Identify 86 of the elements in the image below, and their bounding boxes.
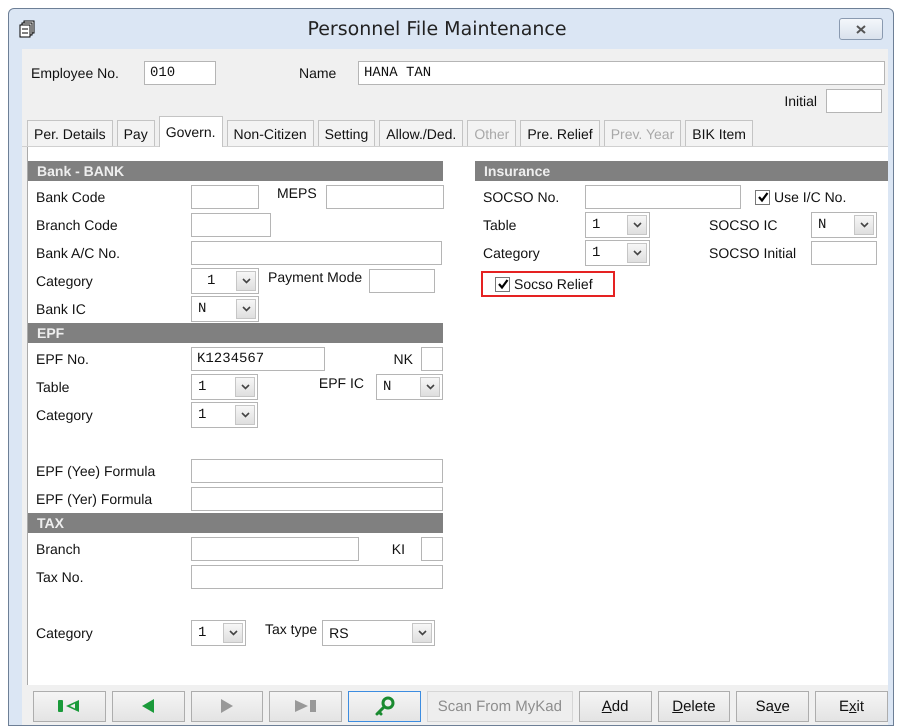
field-label: Bank A/C No. bbox=[36, 245, 122, 261]
input-field[interactable] bbox=[191, 459, 443, 483]
last-record-icon bbox=[294, 698, 318, 714]
field-label: NK bbox=[394, 351, 413, 367]
action-button[interactable]: Delete bbox=[658, 690, 730, 722]
field-label: Socso Relief bbox=[514, 276, 593, 292]
field-label: Use I/C No. bbox=[774, 189, 846, 205]
input-field[interactable] bbox=[421, 537, 443, 561]
file-cabinet-icon bbox=[19, 20, 35, 38]
action-button[interactable]: Save bbox=[736, 690, 810, 722]
section-header: Insurance bbox=[475, 161, 888, 181]
field-label: Tax No. bbox=[36, 569, 84, 585]
tab[interactable]: Non-Citizen bbox=[226, 120, 314, 146]
field-label: Tax type bbox=[265, 621, 318, 637]
field-label: Name bbox=[299, 65, 338, 81]
field-label: EPF No. bbox=[36, 351, 90, 367]
tab[interactable]: Pre. Relief bbox=[520, 120, 600, 146]
dropdown[interactable]: 1 bbox=[191, 620, 246, 646]
input-field[interactable] bbox=[421, 347, 443, 371]
input-field[interactable] bbox=[369, 269, 436, 293]
input-field[interactable]: 010 bbox=[144, 61, 216, 85]
input-field[interactable] bbox=[326, 185, 444, 209]
input-field[interactable]: K1234567 bbox=[191, 347, 325, 371]
input-field[interactable] bbox=[191, 537, 359, 561]
window-title: Personnel File Maintenance bbox=[306, 18, 568, 40]
first-button[interactable] bbox=[33, 690, 106, 722]
tab[interactable]: Allow./Ded. bbox=[379, 120, 464, 146]
checkbox[interactable] bbox=[495, 276, 510, 292]
input-field[interactable] bbox=[585, 185, 741, 209]
field-label: Payment Mode bbox=[268, 269, 362, 285]
input-field[interactable] bbox=[811, 241, 877, 265]
input-field[interactable] bbox=[191, 241, 442, 265]
field-label: Category bbox=[36, 273, 94, 289]
input-field[interactable] bbox=[191, 213, 271, 237]
checkbox[interactable] bbox=[755, 190, 770, 204]
key-icon bbox=[374, 695, 396, 717]
dropdown[interactable]: N bbox=[811, 212, 877, 238]
section-header: EPF bbox=[28, 323, 443, 343]
field-label: SOCSO No. bbox=[483, 189, 560, 205]
field-label: EPF IC bbox=[318, 375, 364, 391]
previous-arrow-icon bbox=[141, 698, 156, 714]
section-header: Bank - BANK bbox=[28, 161, 443, 181]
field-label: MEPS bbox=[277, 185, 317, 201]
field-label: EPF (Yer) Formula bbox=[36, 491, 154, 507]
dropdown[interactable]: RS bbox=[322, 620, 436, 646]
field-label: Initial bbox=[784, 93, 817, 109]
tab[interactable]: Setting bbox=[318, 120, 376, 146]
field-label: Category bbox=[36, 625, 94, 641]
field-label: Table bbox=[483, 217, 518, 233]
field-label: Category bbox=[36, 407, 94, 423]
input-field[interactable]: HANA TAN bbox=[358, 61, 885, 85]
input-field[interactable] bbox=[191, 565, 443, 589]
field-label: EPF (Yee) Formula bbox=[36, 463, 156, 479]
input-field[interactable] bbox=[191, 185, 259, 209]
field-label: Bank Code bbox=[36, 189, 106, 205]
tab[interactable]: Per. Details bbox=[27, 120, 113, 146]
section-header: TAX bbox=[28, 513, 443, 533]
field-label: Bank IC bbox=[36, 301, 87, 317]
first-record-icon bbox=[57, 698, 82, 714]
field-label: Category bbox=[483, 245, 541, 261]
tab[interactable]: Govern. bbox=[158, 116, 223, 147]
tab[interactable]: BIK Item bbox=[685, 120, 753, 146]
next-arrow-icon bbox=[220, 698, 234, 714]
field-label: Table bbox=[36, 379, 70, 395]
dropdown[interactable]: 1 bbox=[585, 212, 650, 238]
previous-button[interactable] bbox=[112, 690, 185, 722]
dropdown[interactable]: N bbox=[376, 374, 443, 400]
close-button[interactable] bbox=[839, 18, 883, 40]
action-button[interactable]: Add bbox=[578, 690, 652, 722]
dropdown[interactable]: 1 bbox=[585, 240, 650, 266]
close-icon bbox=[855, 24, 867, 34]
field-label: SOCSO Initial bbox=[709, 245, 798, 261]
field-label: Branch Code bbox=[36, 217, 119, 233]
dropdown[interactable]: 1 bbox=[191, 268, 259, 294]
field-label: Employee No. bbox=[31, 65, 120, 81]
field-label: KI bbox=[392, 541, 405, 557]
input-field[interactable] bbox=[191, 487, 443, 511]
dropdown[interactable]: 1 bbox=[191, 374, 258, 400]
field-label: Branch bbox=[36, 541, 82, 557]
dropdown[interactable]: 1 bbox=[191, 402, 258, 428]
dropdown[interactable]: N bbox=[191, 296, 259, 322]
action-button[interactable]: Exit bbox=[815, 690, 888, 722]
input-field[interactable] bbox=[826, 89, 882, 113]
tab[interactable]: Pay bbox=[116, 120, 155, 146]
search-button[interactable] bbox=[348, 690, 422, 722]
field-label: SOCSO IC bbox=[709, 217, 778, 233]
